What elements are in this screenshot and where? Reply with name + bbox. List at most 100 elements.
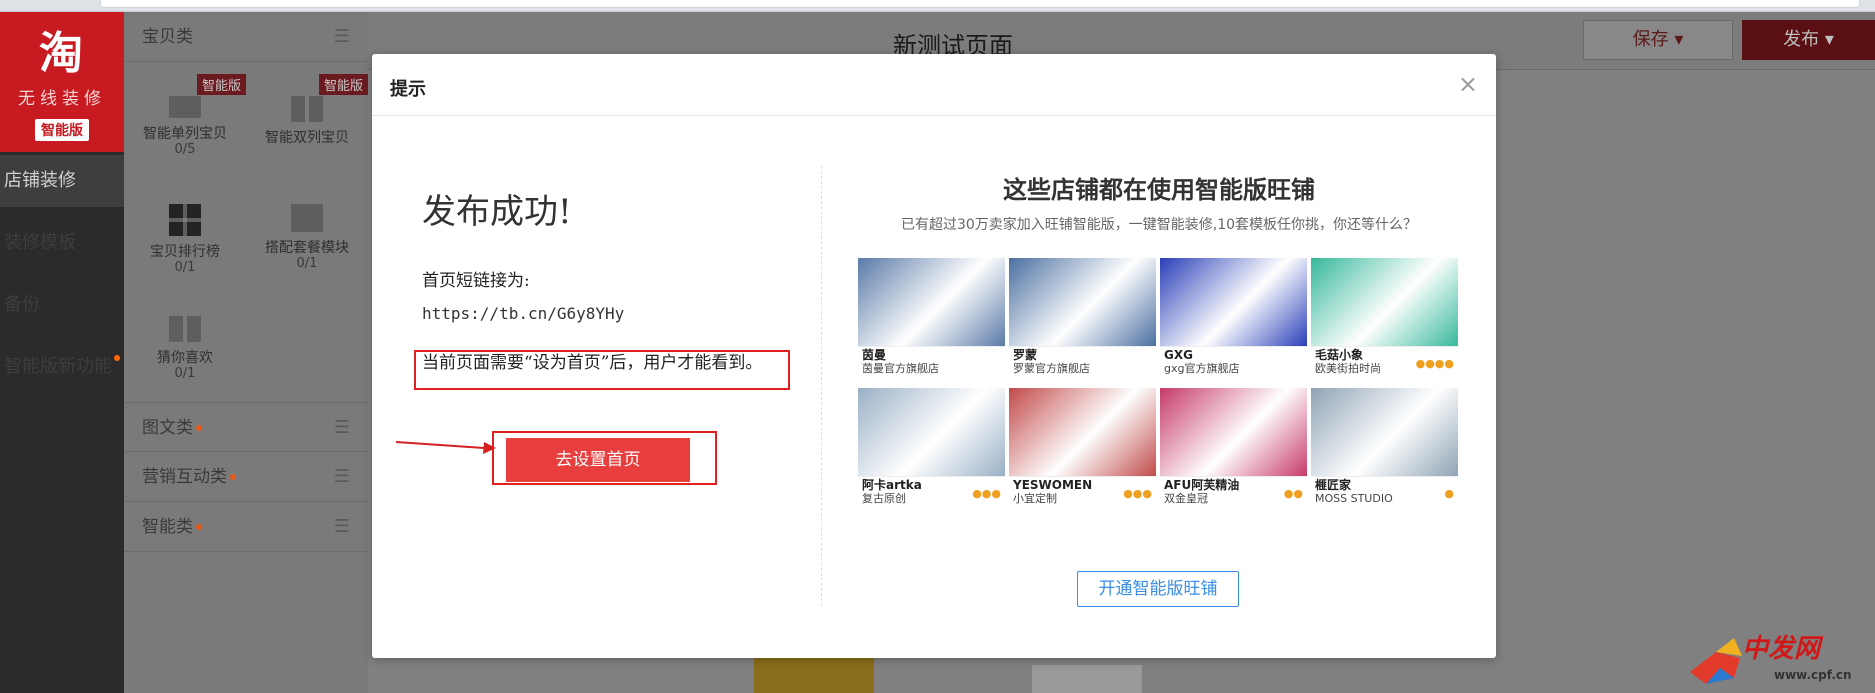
shop-image (1311, 258, 1458, 346)
watermark-url: www.cpf.cn (1774, 668, 1852, 682)
shop-tile[interactable]: AFU阿芙精油 双金皇冠 ●● (1160, 388, 1307, 510)
shop-caption: 罗蒙 罗蒙官方旗舰店 (1009, 346, 1156, 380)
sidebar-item-backup[interactable]: 备份 (0, 279, 124, 331)
shop-image (1160, 388, 1307, 476)
widget-tag: 智能版 (196, 74, 246, 95)
shop-tile[interactable]: 毛菇小象 欧美街拍时尚 ●●●● (1311, 258, 1458, 380)
close-icon[interactable]: × (1458, 70, 1478, 98)
taobao-logo: 淘 无线装修 智能版 (0, 12, 124, 152)
widget-count: 0/1 (174, 366, 196, 381)
shop-image (858, 388, 1005, 476)
sidebar-item-label: 智能版新功能 (4, 356, 112, 377)
shop-tile[interactable]: YESWOMEN 小宜定制 ●●● (1009, 388, 1156, 510)
shop-image (1160, 258, 1307, 346)
shop-tile[interactable]: 茵曼 茵曼官方旗舰店 (858, 258, 1005, 380)
widget-guess-like[interactable]: 猜你喜欢 0/1 (124, 288, 246, 398)
left-sidebar: 淘 无线装修 智能版 店铺装修 装修模板 备份 智能版新功能 (0, 12, 124, 693)
shop-brand: 榧匠家 (1315, 478, 1352, 492)
sidebar-item-label: 装修模板 (4, 232, 76, 253)
browser-address-bar (0, 0, 1875, 12)
widget-name: 宝贝排行榜 (150, 244, 220, 260)
shop-desc: 茵曼官方旗舰店 (862, 362, 939, 375)
shop-image (1311, 388, 1458, 476)
arrow-right-icon (396, 441, 496, 454)
publish-success-modal: 提示 × 发布成功! 首页短链接为: https://tb.cn/G6y8YHy… (372, 54, 1496, 658)
section-label: 智能类 (142, 517, 193, 537)
sidebar-item-shop-decoration[interactable]: 店铺装修 (0, 155, 124, 207)
address-field[interactable] (100, 0, 1860, 8)
shop-tile[interactable]: 罗蒙 罗蒙官方旗舰店 (1009, 258, 1156, 380)
shop-image (1009, 258, 1156, 346)
shop-caption: GXG gxg官方旗舰店 (1160, 346, 1307, 380)
logo-subtitle: 无线装修 (18, 89, 106, 109)
sidebar-item-templates[interactable]: 装修模板 (0, 217, 124, 269)
modal-header: 提示 × (372, 54, 1496, 116)
widget-panel: 宝贝类 ☰ 智能版 智能单列宝贝 0/5 智能版 智能双列宝贝 宝贝排行榜 0/1… (124, 12, 368, 693)
widget-combo[interactable]: 搭配套餐模块 0/1 (246, 176, 368, 286)
shop-tile[interactable]: GXG gxg官方旗舰店 (1160, 258, 1307, 380)
widget-count: 0/1 (174, 260, 196, 275)
widget-name: 猜你喜欢 (157, 350, 213, 366)
shop-brand: GXG (1164, 348, 1193, 362)
promo-subtitle: 已有超过30万卖家加入旺铺智能版，一键智能装修,10套模板任你挑，你还等什么？ (900, 217, 1418, 233)
open-smart-shop-button[interactable]: 开通智能版旺铺 (1077, 571, 1239, 607)
publish-button[interactable]: 发布 ▾ (1742, 20, 1875, 60)
shop-tile[interactable]: 阿卡artka 复古原创 ●●● (858, 388, 1005, 510)
logo-badge: 智能版 (35, 119, 89, 141)
canvas-preview-image (754, 655, 874, 693)
crown-icon: ●● (1283, 487, 1303, 500)
section-label: 宝贝类 (142, 27, 193, 47)
section-smart[interactable]: 智能类 ☰ (124, 502, 368, 552)
menu-icon[interactable]: ☰ (334, 403, 350, 453)
shop-brand: AFU阿芙精油 (1164, 478, 1240, 492)
crown-icon: ●●●● (1415, 357, 1454, 370)
widget-count: 0/1 (296, 256, 318, 271)
shop-caption: 茵曼 茵曼官方旗舰店 (858, 346, 1005, 380)
sidebar-item-label: 备份 (4, 294, 40, 315)
combo-icon (291, 204, 323, 232)
widget-name: 智能单列宝贝 (143, 126, 227, 142)
widget-name: 搭配套餐模块 (265, 240, 349, 256)
section-baby[interactable]: 宝贝类 ☰ (124, 12, 368, 62)
menu-icon[interactable]: ☰ (334, 452, 350, 502)
shop-caption: 榧匠家 MOSS STUDIO ● (1311, 476, 1458, 510)
widget-ranking[interactable]: 宝贝排行榜 0/1 (124, 176, 246, 286)
widget-tag: 智能版 (318, 74, 368, 95)
short-link-label: 首页短链接为: (422, 271, 530, 291)
shop-caption: YESWOMEN 小宜定制 ●●● (1009, 476, 1156, 510)
menu-icon[interactable]: ☰ (334, 12, 350, 62)
new-dot-icon (196, 425, 202, 431)
widget-name: 智能双列宝贝 (265, 130, 349, 146)
logo-glyph: 淘 (39, 28, 85, 79)
short-link-url[interactable]: https://tb.cn/G6y8YHy (422, 304, 624, 323)
shop-desc: gxg官方旗舰店 (1164, 362, 1240, 375)
shop-brand: 罗蒙 (1013, 348, 1038, 362)
widget-count: 0/5 (174, 142, 196, 157)
crown-icon: ● (1444, 487, 1454, 500)
set-homepage-button[interactable]: 去设置首页 (506, 438, 690, 482)
widget-smart-single[interactable]: 智能版 智能单列宝贝 0/5 (124, 62, 246, 172)
widget-smart-double[interactable]: 智能版 智能双列宝贝 (246, 62, 368, 172)
success-heading: 发布成功! (422, 192, 572, 232)
watermark-text: 中发网 (1742, 634, 1821, 664)
shop-caption: 毛菇小象 欧美街拍时尚 ●●●● (1311, 346, 1458, 380)
shop-desc: 罗蒙官方旗舰店 (1013, 362, 1090, 375)
shop-tile[interactable]: 榧匠家 MOSS STUDIO ● (1311, 388, 1458, 510)
guess-like-icon (169, 316, 201, 342)
shop-caption: AFU阿芙精油 双金皇冠 ●● (1160, 476, 1307, 510)
crown-icon: ●●● (972, 487, 1001, 500)
section-marketing[interactable]: 营销互动类 ☰ (124, 452, 368, 502)
single-column-icon (169, 96, 201, 118)
menu-icon[interactable]: ☰ (334, 502, 350, 552)
caret-down-icon: ▾ (1824, 29, 1834, 50)
new-dot-icon (230, 474, 236, 480)
sidebar-item-new-features[interactable]: 智能版新功能 (0, 341, 124, 393)
grid-icon (169, 204, 201, 236)
sidebar-item-label: 店铺装修 (4, 170, 76, 191)
caret-down-icon: ▾ (1674, 29, 1684, 50)
publish-label: 发布 (1783, 29, 1820, 50)
section-graphic[interactable]: 图文类 ☰ (124, 402, 368, 452)
section-label: 营销互动类 (142, 467, 227, 487)
shop-image (858, 258, 1005, 346)
save-button[interactable]: 保存 ▾ (1583, 20, 1733, 60)
